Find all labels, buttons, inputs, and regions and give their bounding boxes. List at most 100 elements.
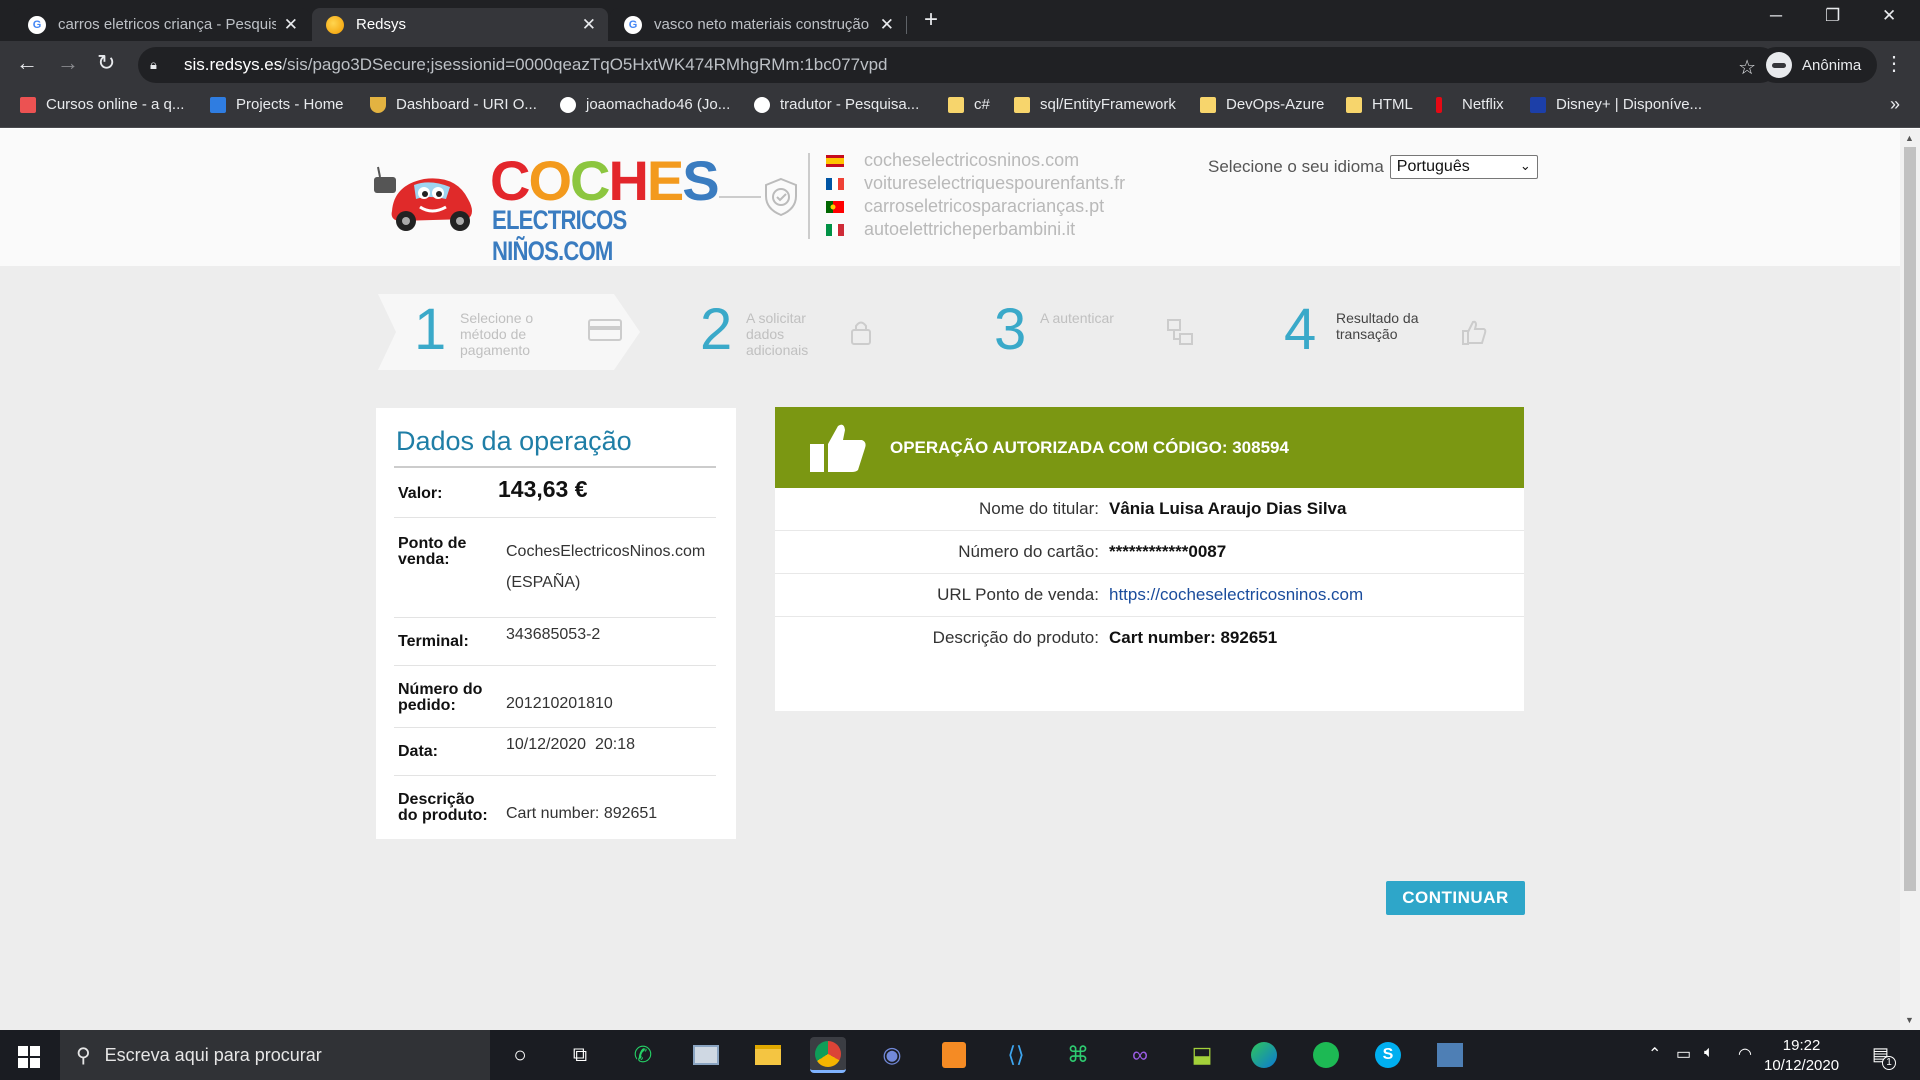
vscode-icon[interactable]: ⟨⟩ — [998, 1037, 1034, 1073]
discord-icon[interactable]: ◉ — [874, 1037, 910, 1073]
chevron-down-icon: ⌄ — [1519, 158, 1531, 173]
domain-text: autoelettricheperbambini.it — [864, 219, 1076, 239]
domain-es[interactable]: cocheselectricosninos.com — [826, 149, 1125, 172]
cortana-icon[interactable]: ○ — [502, 1037, 538, 1073]
row-card-number: Número do cartão: ************0087 — [775, 531, 1524, 574]
volume-icon[interactable]: 🔈︎ — [1704, 1044, 1714, 1062]
continue-button[interactable]: CONTINUAR — [1386, 881, 1525, 915]
tab-google-search[interactable]: G carros eletricos criança - Pesquisa ✕ — [14, 8, 310, 41]
battery-icon[interactable]: ▭ — [1676, 1044, 1691, 1064]
bookmark-folder-sql[interactable]: sql/EntityFramework — [1014, 96, 1176, 113]
bookmark-label: Netflix — [1462, 96, 1504, 113]
domain-text: cocheselectricosninos.com — [864, 150, 1080, 170]
bookmark-label: joaomachado46 (Jo... — [586, 96, 731, 113]
merchant-header: COCHES ELECTRICOS NIÑOS.COM cocheselectr… — [0, 129, 1900, 266]
wifi-icon[interactable]: ◠ — [1738, 1044, 1752, 1064]
forward-icon[interactable]: → — [57, 50, 79, 76]
system-clock[interactable]: 19:22 10/12/2020 — [1764, 1036, 1839, 1076]
redsys-page: COCHES ELECTRICOS NIÑOS.COM cocheselectr… — [0, 129, 1900, 1030]
browser-menu-icon[interactable]: ⋮ — [1884, 51, 1904, 76]
bookmark-folder-csharp[interactable]: c# — [948, 96, 990, 113]
tray-overflow-icon[interactable]: ⌃ — [1648, 1044, 1661, 1064]
back-icon[interactable]: ← — [16, 50, 38, 76]
bookmark-netflix[interactable]: Netflix — [1436, 96, 1504, 113]
page-scrollbar[interactable]: ▲ ▼ — [1900, 129, 1920, 1030]
dev-tool-icon[interactable]: ⌘ — [1060, 1037, 1096, 1073]
bookmarks-overflow-icon[interactable]: » — [1890, 94, 1900, 115]
chrome-taskbar-icon[interactable] — [810, 1037, 846, 1073]
merchant-logo[interactable]: COCHES ELECTRICOS NIÑOS.COM — [372, 153, 720, 266]
logo-letter: O — [528, 149, 572, 212]
folder-icon — [1200, 96, 1216, 113]
skype-icon[interactable]: S — [1370, 1037, 1406, 1073]
bookmark-tradutor[interactable]: tradutor - Pesquisa... — [754, 96, 919, 113]
logo-letter: C — [570, 149, 610, 212]
merchant-url-link[interactable]: https://cocheselectricosninos.com — [1109, 585, 1363, 605]
folder-icon — [948, 96, 964, 113]
terminal-label: Terminal: — [398, 633, 469, 650]
new-tab-icon[interactable]: + — [924, 8, 938, 32]
close-window-icon[interactable]: ✕ — [1882, 6, 1896, 26]
domain-fr[interactable]: voitureselectriquespourenfants.fr — [826, 172, 1125, 195]
redsys-icon — [326, 15, 344, 34]
bookmark-projects[interactable]: Projects - Home — [210, 96, 344, 113]
bookmark-folder-devops[interactable]: DevOps-Azure — [1200, 96, 1324, 113]
spotify-icon[interactable] — [1308, 1037, 1344, 1073]
bookmark-label: sql/EntityFramework — [1040, 96, 1176, 113]
tab-redsys[interactable]: Redsys ✕ — [312, 8, 608, 41]
lock-icon[interactable]: 🔒︎ — [150, 57, 166, 73]
minimize-icon[interactable]: ─ — [1770, 6, 1782, 26]
card-number-value: ************0087 — [1109, 542, 1227, 561]
shield-check-icon — [765, 177, 797, 217]
url-bar[interactable]: 🔒︎ sis.redsys.es/sis/pago3DSecure;jsessi… — [138, 47, 1778, 83]
language-label: Selecione o seu idioma — [1208, 157, 1384, 176]
logo-letter: H — [608, 149, 648, 212]
bookmark-cursos[interactable]: Cursos online - a q... — [20, 96, 184, 113]
bookmark-github[interactable]: joaomachado46 (Jo... — [560, 96, 730, 113]
scroll-up-icon[interactable]: ▲ — [1905, 133, 1914, 143]
folder-icon — [1014, 96, 1030, 113]
payment-steps: 1 Selecione o método de pagamento 2 A so… — [378, 294, 1518, 370]
logo-line2: ELECTRICOS NIÑOS.COM — [492, 205, 627, 266]
bookmark-dashboard[interactable]: Dashboard - URI O... — [370, 96, 537, 113]
sublime-text-icon[interactable] — [936, 1037, 972, 1073]
whatsapp-icon[interactable]: ✆ — [625, 1037, 661, 1073]
bookmark-star-icon[interactable]: ☆ — [1738, 55, 1756, 80]
scroll-down-icon[interactable]: ▼ — [1905, 1015, 1914, 1025]
domain-it[interactable]: autoelettricheperbambini.it — [826, 218, 1125, 241]
language-selector: Selecione o seu idioma Português ⌄ — [1208, 155, 1538, 179]
bookmark-folder-html[interactable]: HTML — [1346, 96, 1413, 113]
tab-separator — [906, 16, 907, 34]
bookmark-label: Projects - Home — [236, 96, 344, 113]
edge-icon[interactable] — [1246, 1037, 1282, 1073]
amount-label: Valor: — [398, 485, 443, 502]
visual-studio-icon[interactable]: ∞ — [1122, 1037, 1158, 1073]
step-label: A autenticar — [1040, 310, 1114, 326]
reload-icon[interactable]: ↻ — [97, 50, 115, 76]
task-view-icon[interactable]: ⧉ — [562, 1037, 598, 1073]
step-label: Resultado da transação — [1336, 310, 1419, 342]
restore-icon[interactable]: ❐ — [1825, 6, 1840, 26]
domain-pt[interactable]: carroseletricosparacrianças.pt — [826, 195, 1125, 218]
close-tab-icon[interactable]: ✕ — [582, 15, 596, 35]
notification-center-icon[interactable]: ▤ 1 — [1872, 1044, 1896, 1070]
close-tab-icon[interactable]: ✕ — [880, 15, 894, 35]
file-explorer-icon[interactable] — [750, 1037, 786, 1073]
tab-google-vasco[interactable]: G vasco neto materiais construção ✕ — [610, 8, 906, 41]
row-terminal: Terminal: 343685053-2 — [394, 618, 716, 666]
incognito-profile-button[interactable]: Anônima — [1758, 47, 1878, 83]
taskbar-search-input[interactable]: ⚲ Escreva aqui para procurar — [60, 1030, 490, 1080]
bookmark-disney[interactable]: Disney+ | Disponíve... — [1530, 96, 1702, 113]
scroll-thumb[interactable] — [1904, 147, 1916, 891]
close-tab-icon[interactable]: ✕ — [284, 15, 298, 35]
remote-desktop-icon[interactable] — [688, 1037, 724, 1073]
description-label: Descrição do produto: — [398, 791, 488, 824]
python-tool-icon[interactable]: ⬓ — [1184, 1037, 1220, 1073]
date-label: Data: — [398, 743, 439, 760]
credit-card-icon — [588, 319, 622, 341]
terminal-value: 343685053-2 — [506, 626, 601, 643]
language-select[interactable]: Português ⌄ — [1389, 155, 1538, 179]
sql-server-icon[interactable] — [1432, 1037, 1468, 1073]
windows-start-icon[interactable] — [18, 1046, 40, 1068]
product-description-label: Descrição do produto: — [932, 628, 1099, 647]
